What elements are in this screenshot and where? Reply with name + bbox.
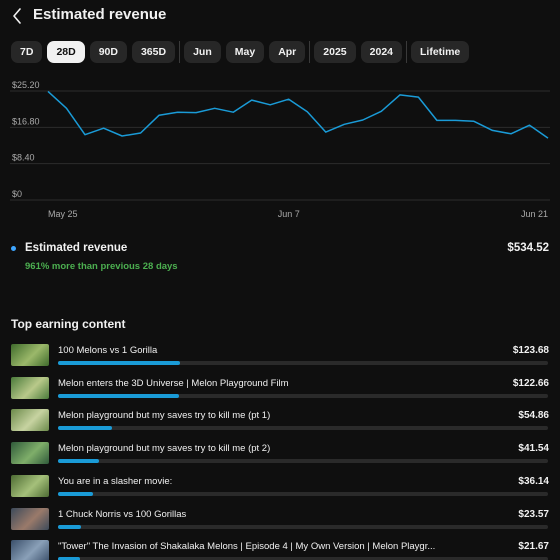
content-revenue: $21.67 (518, 541, 549, 553)
content-revenue: $123.68 (512, 345, 549, 356)
period-selector: 7D 28D 90D 365D Jun May Apr 2025 2024 Lifetime (11, 41, 474, 63)
content-revenue: $23.57 (518, 508, 549, 520)
chip-28d[interactable]: 28D (47, 41, 85, 63)
revenue-share-fill (58, 393, 179, 398)
revenue-share-bar (58, 524, 548, 529)
content-title[interactable]: Melon playground but my saves try to kil… (58, 443, 448, 454)
revenue-share-bar (58, 361, 548, 365)
chip-2024[interactable]: 2024 (360, 41, 402, 63)
revenue-share-bar (58, 393, 548, 398)
saves-pt2-thumbnail[interactable] (11, 442, 49, 465)
chip-divider (179, 41, 181, 63)
summary-value: $534.52 (507, 242, 549, 254)
x-tick-label: Jun 7 (278, 209, 300, 219)
revenue-share-bar (58, 426, 548, 431)
content-title[interactable]: "Tower" The Invasion of Shakalaka Melons… (58, 541, 448, 552)
chip-jun[interactable]: Jun (184, 41, 221, 63)
chuck-norris-thumbnail[interactable] (11, 507, 49, 530)
chip-may[interactable]: May (225, 41, 265, 63)
content-title[interactable]: 1 Chuck Norris vs 100 Gorillas (58, 509, 448, 520)
chip-90d[interactable]: 90D (89, 41, 127, 63)
y-tick-label: $8.40 (12, 153, 35, 163)
content-row[interactable]: Melon playground but my saves try to kil… (0, 407, 560, 435)
chip-2025[interactable]: 2025 (314, 41, 356, 63)
revenue-share-fill (58, 361, 180, 365)
content-row[interactable]: You are in a slasher movie: $36.14 (0, 473, 560, 501)
content-revenue: $122.66 (512, 377, 549, 389)
revenue-share-bar (58, 459, 548, 464)
revenue-chart: $25.20 $16.80 $8.40 $0 May 25 Jun 7 Jun 21 (0, 80, 560, 225)
revenue-share-fill (58, 524, 82, 529)
chip-lifetime[interactable]: Lifetime (411, 41, 470, 63)
gorilla-thumbnail[interactable] (11, 344, 49, 366)
content-revenue: $54.86 (518, 410, 549, 422)
chip-apr[interactable]: Apr (269, 41, 306, 63)
section-title: Top earning content (11, 317, 126, 331)
chip-7d[interactable]: 7D (11, 41, 43, 63)
summary-label: Estimated revenue (25, 242, 128, 254)
content-row[interactable]: Melon enters the 3D Universe | Melon Pla… (0, 375, 560, 403)
summary-comparison: 961% more than previous 28 days (25, 261, 178, 272)
revenue-series-line (47, 90, 549, 139)
tower-thumbnail[interactable] (11, 540, 49, 560)
legend-dot (11, 246, 16, 251)
x-tick-label: May 25 (48, 209, 78, 219)
back-button[interactable] (8, 6, 26, 26)
revenue-line-chart: $25.20 $16.80 $8.40 $0 May 25 Jun 7 Jun 21 (10, 80, 550, 219)
y-tick-label: $0 (12, 189, 22, 199)
content-title[interactable]: Melon playground but my saves try to kil… (58, 410, 448, 421)
chip-365d[interactable]: 365D (131, 41, 176, 63)
content-revenue: $36.14 (518, 475, 549, 487)
y-tick-label: $16.80 (12, 116, 40, 126)
melon-3d-thumbnail[interactable] (11, 376, 49, 399)
content-title[interactable]: 100 Melons vs 1 Gorilla (58, 345, 448, 356)
chip-divider (309, 41, 311, 63)
app-header: Estimated revenue (0, 0, 560, 34)
y-tick-label: $25.20 (12, 80, 40, 90)
content-revenue: $41.54 (518, 443, 549, 455)
chip-divider (406, 41, 407, 63)
content-row[interactable]: Melon playground but my saves try to kil… (0, 440, 560, 468)
chevron-left-icon (13, 8, 21, 24)
saves-pt1-thumbnail[interactable] (11, 409, 49, 432)
revenue-share-fill (58, 426, 112, 431)
content-row[interactable]: "Tower" The Invasion of Shakalaka Melons… (0, 538, 560, 560)
content-title[interactable]: Melon enters the 3D Universe | Melon Pla… (58, 378, 448, 389)
revenue-share-fill (58, 459, 100, 464)
slasher-thumbnail[interactable] (11, 474, 49, 497)
page-title: Estimated revenue (33, 6, 167, 23)
content-row[interactable]: 1 Chuck Norris vs 100 Gorillas $23.57 (0, 506, 560, 534)
content-row[interactable]: 100 Melons vs 1 Gorilla $123.68 (0, 342, 560, 370)
revenue-share-bar (58, 491, 548, 496)
revenue-share-fill (58, 491, 94, 496)
x-tick-label: Jun 21 (521, 209, 548, 219)
content-title[interactable]: You are in a slasher movie: (58, 476, 448, 487)
